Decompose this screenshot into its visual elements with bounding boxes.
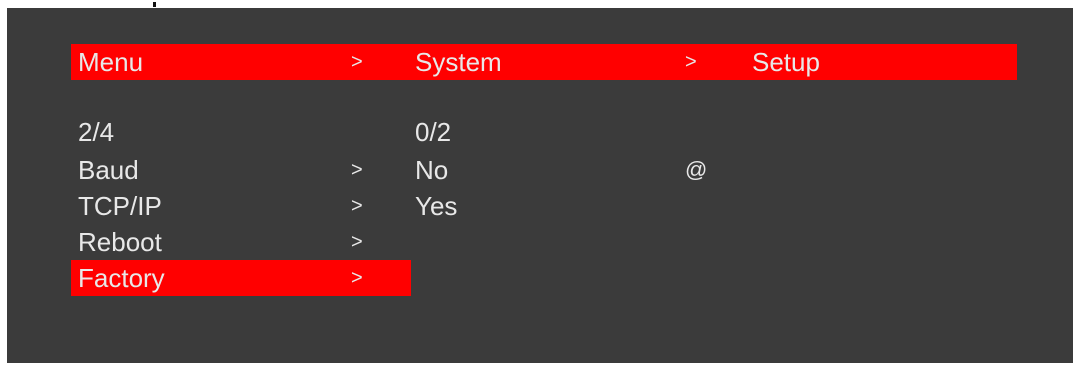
breadcrumb-separator: > xyxy=(685,51,697,73)
menu-item-reboot[interactable]: Reboot xyxy=(78,224,162,260)
option-indicator: 0/2 xyxy=(415,117,452,147)
breadcrumb-system[interactable]: System xyxy=(415,44,502,80)
option-yes[interactable]: Yes xyxy=(415,188,457,224)
submenu-arrow: > xyxy=(351,195,363,217)
submenu-arrow: > xyxy=(351,267,363,289)
current-value-marker: @ xyxy=(685,157,708,182)
breadcrumb-setup[interactable]: Setup xyxy=(752,44,820,80)
menu-item-baud[interactable]: Baud xyxy=(78,152,139,188)
osd-menu-panel: Menu > System > Setup 2/4 0/2 Baud > TCP… xyxy=(7,8,1073,363)
option-no[interactable]: No xyxy=(415,152,448,188)
breadcrumb-separator: > xyxy=(351,51,363,73)
menu-item-tcp-ip[interactable]: TCP/IP xyxy=(78,188,162,224)
page-indicator: 2/4 xyxy=(78,117,115,147)
submenu-arrow: > xyxy=(351,231,363,253)
submenu-arrow: > xyxy=(351,159,363,181)
menu-item-factory[interactable]: Factory xyxy=(78,260,165,296)
top-edge-mark xyxy=(153,2,156,7)
breadcrumb-menu[interactable]: Menu xyxy=(78,44,143,80)
breadcrumb-bar xyxy=(71,44,1017,80)
